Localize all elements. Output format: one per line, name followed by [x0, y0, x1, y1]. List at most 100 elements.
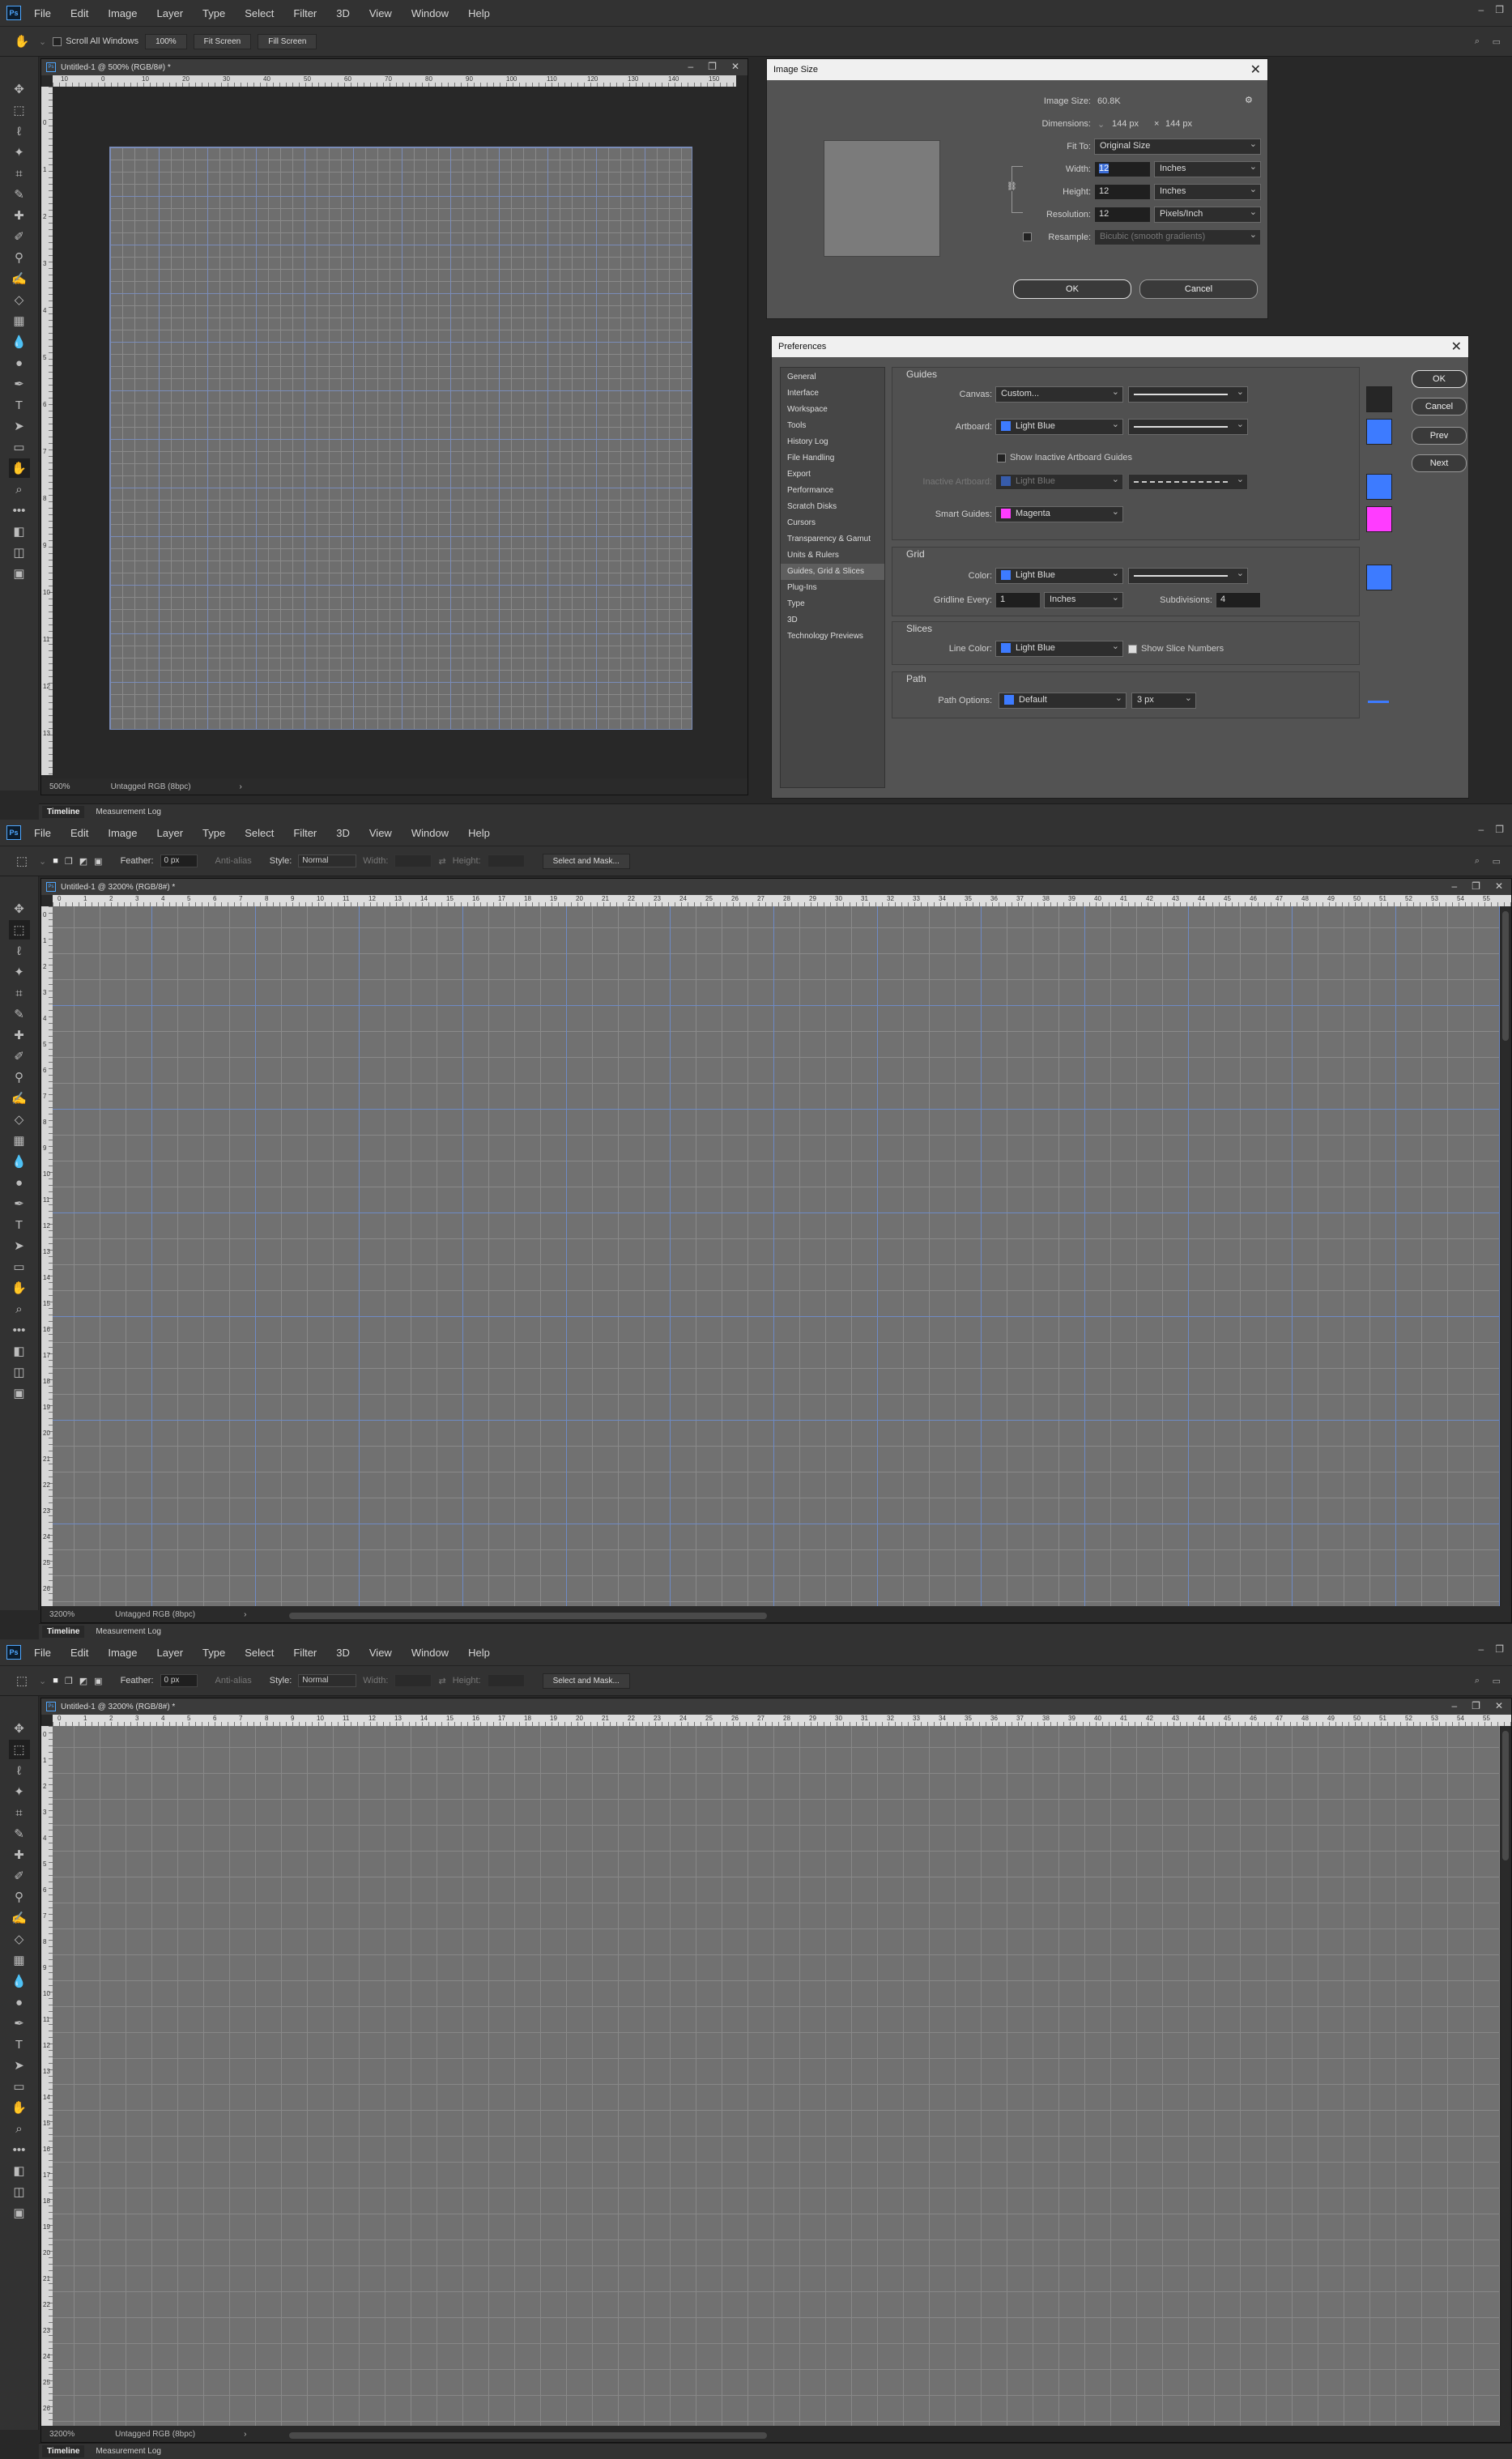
tab-timeline[interactable]: Timeline [42, 2445, 85, 2457]
nav-transparency[interactable]: Transparency & Gamut [781, 531, 884, 548]
path-select-icon[interactable]: ➤ [9, 416, 30, 436]
width-unit-select[interactable]: Inches [1154, 161, 1261, 177]
menu-window[interactable]: Window [411, 7, 449, 19]
healing-brush-icon[interactable]: ✚ [9, 206, 30, 225]
marquee-tool-icon[interactable]: ⬚ [11, 851, 32, 871]
move-tool-icon[interactable]: ✥ [9, 79, 30, 99]
path-color-select[interactable]: Default [999, 693, 1127, 709]
show-inactive-checkbox[interactable]: Show Inactive Artboard Guides [997, 453, 1132, 462]
close-icon[interactable]: ✕ [1250, 62, 1261, 78]
select-and-mask-button[interactable]: Select and Mask... [542, 1673, 630, 1689]
new-selection-icon[interactable]: ■ [53, 856, 58, 866]
gear-icon[interactable]: ⚙ [1245, 95, 1253, 105]
zoom-tool-icon[interactable]: ⌕ [9, 479, 30, 499]
search-icon[interactable]: ⌕ [1475, 1676, 1480, 1686]
intersect-selection-icon[interactable]: ▣ [94, 856, 102, 867]
chevron-down-icon[interactable]: ⌄ [39, 36, 46, 47]
menu-file[interactable]: File [34, 7, 51, 19]
style-select[interactable]: Normal [298, 1674, 357, 1687]
horizontal-scrollbar[interactable] [284, 1611, 1487, 1621]
add-selection-icon[interactable]: ❐ [65, 1676, 73, 1686]
chevron-down-icon[interactable]: ⌄ [1097, 119, 1105, 130]
nav-plugins[interactable]: Plug-Ins [781, 580, 884, 596]
zoom-100-button[interactable]: 100% [145, 33, 187, 49]
width-input[interactable] [394, 1674, 432, 1687]
magic-wand-icon[interactable]: ✦ [9, 962, 30, 982]
crop-tool-icon[interactable]: ⌗ [9, 983, 30, 1003]
brush-tool-icon[interactable]: ✐ [9, 1866, 30, 1886]
healing-brush-icon[interactable]: ✚ [9, 1845, 30, 1864]
more-tools-icon[interactable]: ••• [9, 1320, 30, 1340]
eyedropper-icon[interactable]: ✎ [9, 1004, 30, 1024]
fill-screen-button[interactable]: Fill Screen [258, 33, 317, 49]
brush-tool-icon[interactable]: ✐ [9, 1046, 30, 1066]
nav-workspace[interactable]: Workspace [781, 402, 884, 418]
inactive-color-swatch[interactable] [1366, 474, 1392, 500]
marquee-tool-icon[interactable]: ⬚ [8, 1740, 30, 1759]
menu-layer[interactable]: Layer [157, 1647, 184, 1659]
workspace-icon[interactable]: ▭ [1493, 36, 1501, 47]
zoom-tool-icon[interactable]: ⌕ [9, 2119, 30, 2138]
ruler-left[interactable]: 01234567891011121314 [41, 87, 53, 784]
magic-wand-icon[interactable]: ✦ [9, 143, 30, 162]
close-icon[interactable]: ✕ [1451, 339, 1462, 355]
canvas-style-select[interactable] [1128, 386, 1248, 403]
grid-style-select[interactable] [1128, 568, 1248, 584]
marquee-tool-icon[interactable]: ⬚ [9, 100, 30, 120]
canvas-image[interactable] [53, 1726, 1500, 2426]
minimize-icon[interactable]: – [1451, 880, 1457, 892]
pen-tool-icon[interactable]: ✒ [9, 1194, 30, 1213]
menu-select[interactable]: Select [245, 1647, 274, 1659]
zoom-level[interactable]: 3200% [49, 1610, 75, 1619]
feather-input[interactable]: 0 px [160, 1674, 198, 1687]
crop-tool-icon[interactable]: ⌗ [9, 164, 30, 183]
menu-edit[interactable]: Edit [70, 7, 88, 19]
blur-tool-icon[interactable]: 💧 [9, 1152, 30, 1171]
nav-guides-grid-slices[interactable]: Guides, Grid & Slices [781, 564, 884, 580]
menu-filter[interactable]: Filter [293, 1647, 317, 1659]
restore-icon[interactable]: ❐ [1472, 1700, 1480, 1711]
minimize-icon[interactable]: – [688, 61, 693, 72]
canvas-area[interactable] [53, 87, 747, 778]
nav-type[interactable]: Type [781, 596, 884, 612]
eraser-icon[interactable]: ◇ [9, 1110, 30, 1129]
menu-type[interactable]: Type [202, 1647, 225, 1659]
resolution-input[interactable]: 12 [1094, 207, 1151, 223]
document-tab[interactable]: Ps Untitled-1 @ 3200% (RGB/8#) * – ❐ ✕ [41, 879, 1511, 895]
marquee-tool-icon[interactable]: ⬚ [8, 920, 30, 940]
nav-history-log[interactable]: History Log [781, 434, 884, 450]
menu-3d[interactable]: 3D [336, 7, 350, 19]
type-tool-icon[interactable]: T [9, 1215, 30, 1234]
chevron-down-icon[interactable]: ⌄ [39, 1676, 46, 1686]
width-input[interactable] [394, 854, 432, 867]
hand-tool-icon[interactable]: ✋ [9, 2098, 30, 2117]
close-icon[interactable]: ✕ [731, 61, 739, 72]
canvas-image[interactable] [53, 906, 1500, 1606]
healing-brush-icon[interactable]: ✚ [9, 1025, 30, 1045]
workspace-icon[interactable]: ▭ [1493, 856, 1501, 867]
menu-layer[interactable]: Layer [157, 7, 184, 19]
color-swatches-icon[interactable]: ◧ [9, 522, 30, 541]
zoom-tool-icon[interactable]: ⌕ [9, 1299, 30, 1319]
type-tool-icon[interactable]: T [9, 2035, 30, 2054]
nav-cursors[interactable]: Cursors [781, 515, 884, 531]
menu-file[interactable]: File [34, 827, 51, 839]
tab-measurement-log[interactable]: Measurement Log [96, 1627, 161, 1636]
restore-icon[interactable]: ❐ [1472, 880, 1480, 892]
nav-file-handling[interactable]: File Handling [781, 450, 884, 467]
style-select[interactable]: Normal [298, 854, 357, 867]
inactive-style-select[interactable] [1128, 474, 1248, 490]
rectangle-tool-icon[interactable]: ▭ [9, 437, 30, 457]
lasso-tool-icon[interactable]: ℓ [9, 941, 30, 961]
resample-select[interactable]: Bicubic (smooth gradients) [1094, 229, 1261, 245]
menu-image[interactable]: Image [108, 1647, 137, 1659]
nav-scratch-disks[interactable]: Scratch Disks [781, 499, 884, 515]
height-unit-select[interactable]: Inches [1154, 184, 1261, 200]
menu-filter[interactable]: Filter [293, 7, 317, 19]
menu-help[interactable]: Help [468, 827, 490, 839]
eyedropper-icon[interactable]: ✎ [9, 185, 30, 204]
smart-guides-swatch[interactable] [1366, 506, 1392, 532]
intersect-selection-icon[interactable]: ▣ [94, 1676, 102, 1686]
cancel-button[interactable]: Cancel [1412, 398, 1467, 416]
menu-edit[interactable]: Edit [70, 1647, 88, 1659]
